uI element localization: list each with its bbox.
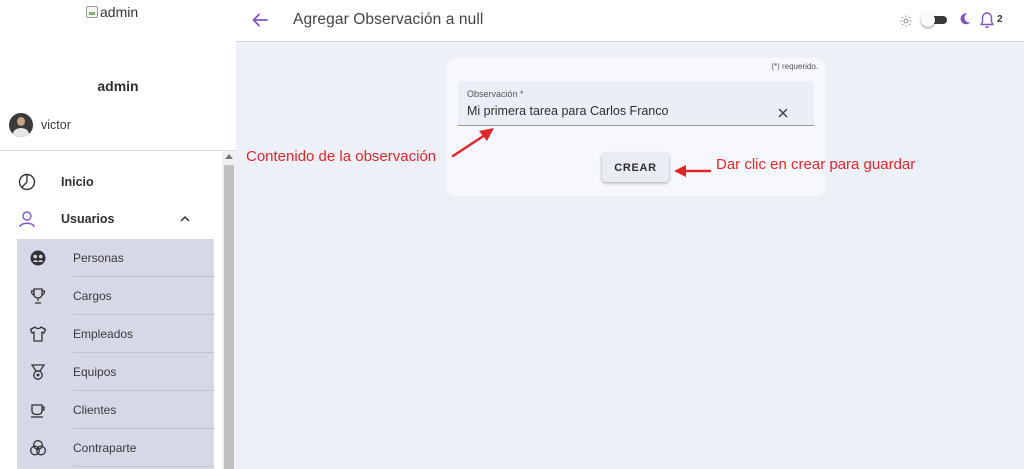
brand-logo-alt: admin	[100, 4, 139, 20]
toggle-knob	[921, 13, 935, 27]
sidebar-item-clientes[interactable]: Clientes	[17, 391, 214, 429]
venn-icon	[29, 439, 47, 457]
sidebar-item-label: Cargos	[73, 289, 112, 303]
user-name: victor	[41, 118, 71, 132]
sidebar-item-label: Personas	[73, 251, 124, 265]
notification-count: 2	[997, 14, 1003, 25]
people-circle-icon	[29, 249, 47, 267]
sidebar-scrollbar[interactable]	[222, 151, 236, 469]
scroll-up-arrow-icon[interactable]	[225, 154, 233, 159]
medal-icon	[29, 363, 47, 381]
sidebar-item-personas[interactable]: Personas	[17, 239, 214, 277]
chevron-up-icon[interactable]	[178, 212, 192, 226]
top-header: Agregar Observación a null 2	[236, 0, 1024, 42]
divider	[73, 466, 214, 467]
shirt-icon	[29, 325, 47, 343]
annotation-field-note: Contenido de la observación	[246, 148, 437, 165]
back-arrow-icon[interactable]	[250, 10, 270, 30]
clear-icon[interactable]	[777, 106, 789, 118]
sun-icon	[900, 14, 912, 27]
submenu-usuarios: Personas Cargos Empleados Equipos Client…	[17, 239, 214, 469]
broken-image-icon	[86, 6, 98, 18]
scrollbar-thumb[interactable]	[224, 165, 234, 469]
sidebar-item-label: Contraparte	[73, 441, 137, 455]
trophy-icon	[29, 287, 47, 305]
sidebar-item-label: Empleados	[73, 327, 134, 341]
observation-input[interactable]	[467, 104, 757, 118]
page-title: Agregar Observación a null	[293, 11, 484, 28]
annotation-button-note: Dar clic en crear para guardar	[716, 156, 916, 173]
sidebar-item-inicio[interactable]: Inicio	[0, 164, 222, 200]
sidebar-item-usuarios[interactable]: Usuarios	[0, 201, 222, 237]
sidebar: admin admin victor Inicio Usuarios Perso…	[0, 0, 236, 469]
sidebar-menu: Inicio Usuarios Personas Cargos Empleado…	[0, 151, 222, 469]
sidebar-item-label: Usuarios	[61, 212, 115, 226]
required-note: (*) requerido.	[771, 62, 818, 71]
clock-icon	[17, 172, 37, 192]
user-profile[interactable]: victor	[9, 113, 71, 137]
observation-field[interactable]: Observación *	[458, 81, 814, 126]
crear-button[interactable]: CREAR	[602, 153, 669, 182]
sidebar-item-empleados[interactable]: Empleados	[17, 315, 214, 353]
cup-icon	[29, 401, 47, 419]
sidebar-item-label: Equipos	[73, 365, 117, 379]
bell-icon[interactable]	[979, 11, 995, 29]
observation-label: Observación *	[467, 89, 524, 99]
sidebar-item-label: Inicio	[61, 175, 94, 189]
sidebar-item-contraparte[interactable]: Contraparte	[17, 429, 214, 467]
sidebar-item-cargos[interactable]: Cargos	[17, 277, 214, 315]
avatar	[9, 113, 33, 137]
user-icon	[17, 209, 37, 229]
observation-form-card: (*) requerido. Observación * CREAR	[447, 58, 825, 196]
sidebar-item-equipos[interactable]: Equipos	[17, 353, 214, 391]
sidebar-item-label: Clientes	[73, 403, 117, 417]
brand-name: admin	[97, 78, 139, 94]
moon-icon	[958, 12, 972, 26]
dark-mode-toggle[interactable]	[921, 13, 949, 27]
brand-logo: admin	[86, 4, 138, 20]
